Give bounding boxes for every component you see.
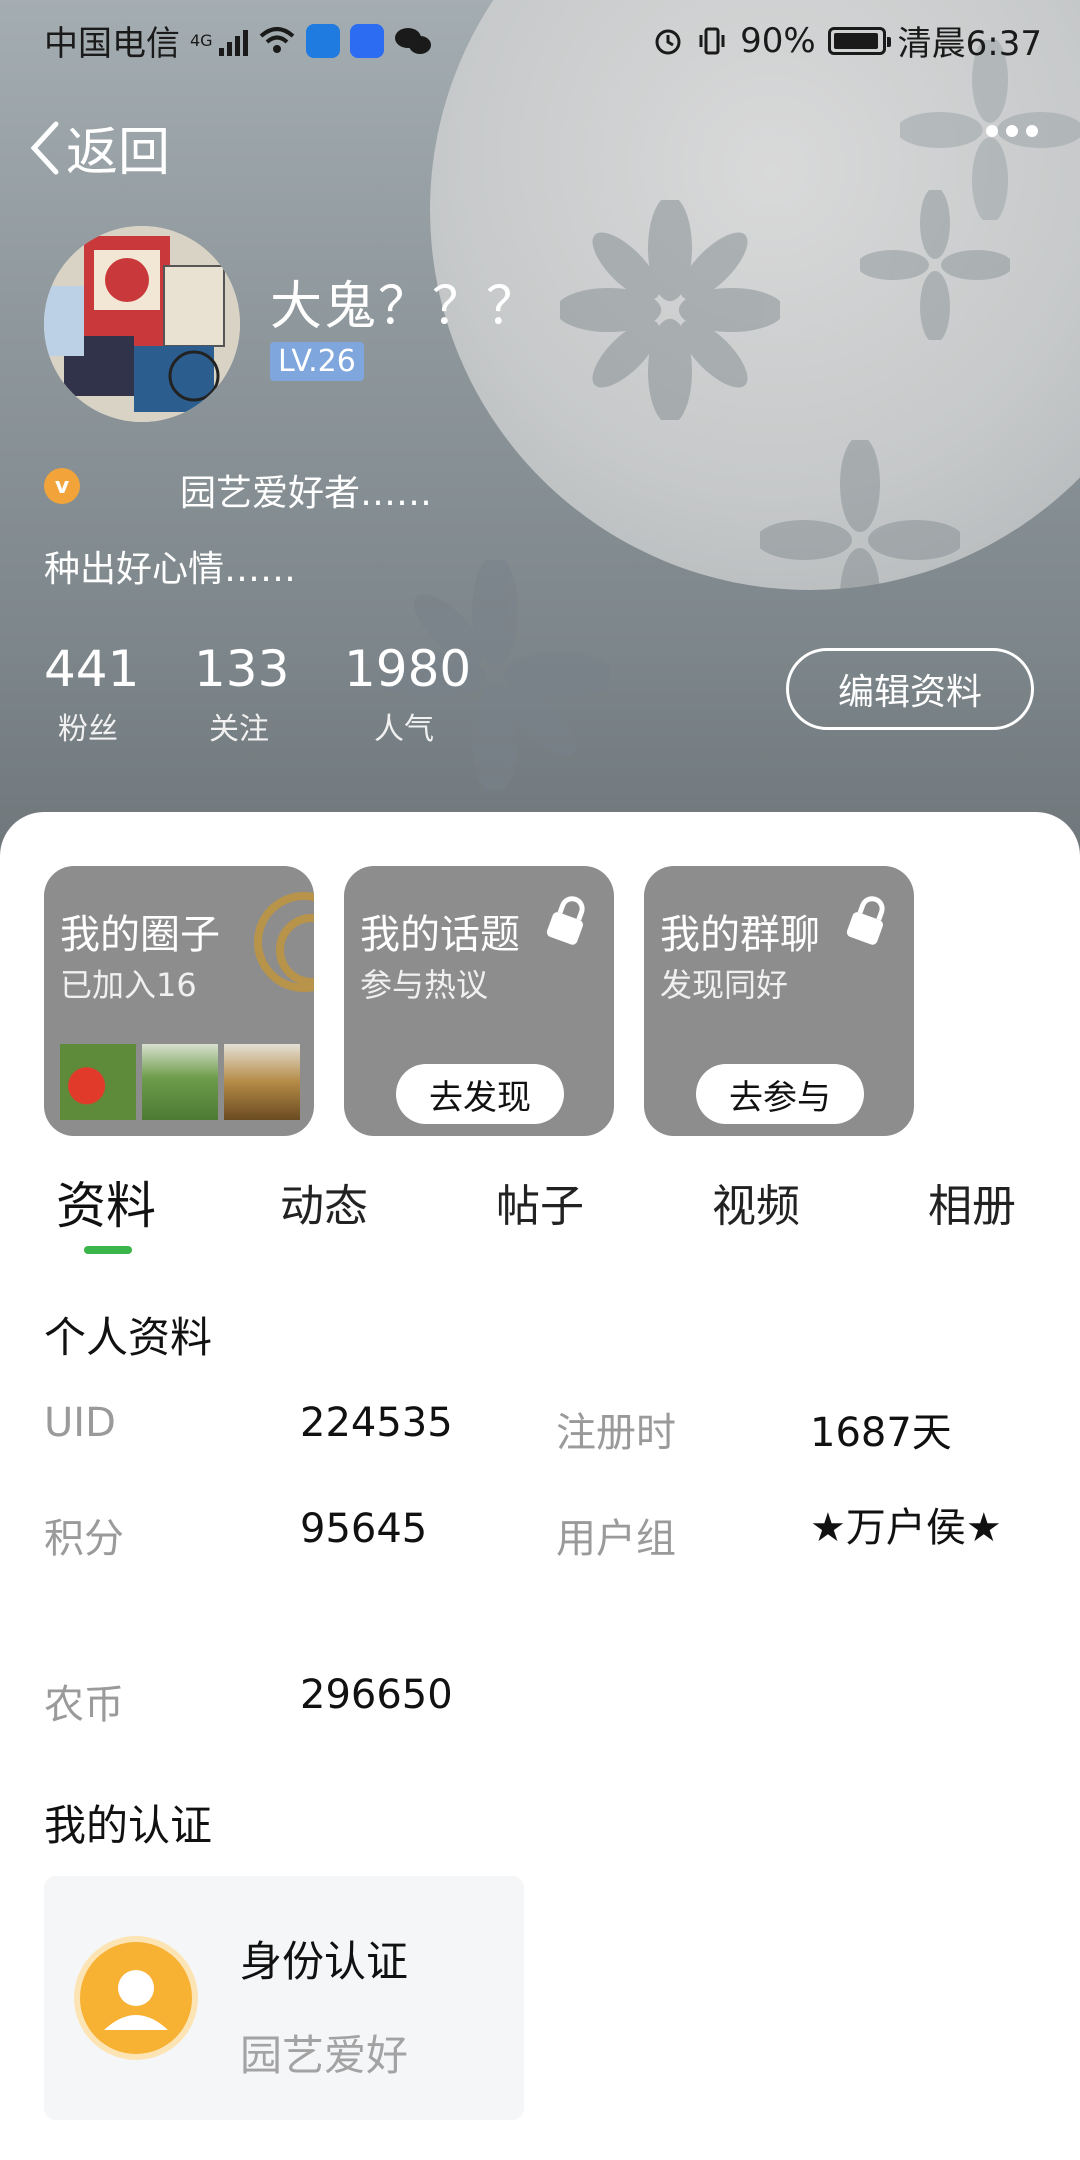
more-options-button[interactable] (986, 125, 1038, 137)
personal-info-heading: 个人资料 (44, 1313, 213, 1362)
registration-label: 注册时 (556, 1410, 676, 1456)
edit-profile-button[interactable]: 编辑资料 (786, 648, 1034, 730)
flower-decoration (560, 200, 780, 420)
certification-title: 身份认证 (240, 1937, 409, 1986)
card-subtitle: 发现同好 (660, 966, 789, 1004)
baidu-app-icon (349, 23, 384, 58)
points-value: 95645 (300, 1506, 428, 1552)
clock: 清晨6:37 (897, 24, 1042, 64)
stat-value: 133 (194, 640, 290, 698)
battery-icon (827, 26, 891, 55)
tab-videos[interactable]: 视频 (712, 1170, 800, 1234)
coins-label: 农币 (44, 1682, 124, 1728)
user-group-label: 用户组 (556, 1516, 676, 1562)
signal-icon (218, 26, 248, 56)
thumbnail-tomatoes (60, 1044, 136, 1120)
certification-subtitle: 园艺爱好 (240, 2031, 409, 2080)
card-subtitle: 已加入16 (60, 966, 197, 1004)
flower-decoration (760, 440, 960, 640)
tab-posts[interactable]: 帖子 (496, 1170, 584, 1234)
back-button[interactable]: 返回 (28, 110, 170, 185)
dot-icon (986, 125, 998, 137)
stat-value: 441 (44, 640, 140, 698)
uid-label: UID (44, 1400, 116, 1446)
coins-value: 296650 (300, 1672, 453, 1718)
uid-value: 224535 (300, 1400, 453, 1446)
stat-value: 1980 (344, 640, 472, 698)
battery-percentage: 90% (740, 20, 816, 61)
shield-app-icon (305, 23, 340, 58)
active-tab-indicator (84, 1246, 132, 1254)
vibrate-icon (699, 27, 725, 54)
registration-value: 1687天 (810, 1410, 952, 1456)
card-title: 我的圈子 (60, 912, 220, 958)
certification-heading: 我的认证 (44, 1801, 213, 1850)
thumbnail-harvest (224, 1044, 300, 1120)
user-icon (80, 1942, 192, 2054)
lock-icon (546, 896, 585, 945)
wifi-icon (259, 26, 294, 53)
stat-followers[interactable]: 441 粉丝 (44, 640, 140, 748)
back-label: 返回 (66, 123, 171, 183)
stat-following[interactable]: 133 关注 (194, 640, 290, 748)
profile-tabs: 资料 动态 帖子 视频 相册 (0, 1170, 1080, 1250)
wechat-icon (394, 27, 431, 54)
alarm-icon (655, 29, 681, 54)
dot-icon (1026, 125, 1038, 137)
stat-label: 关注 (209, 712, 269, 747)
stat-label: 粉丝 (58, 712, 118, 747)
feature-cards: 我的圈子 已加入16 我的话题 参与热议 去发现 我的群聊 发现同好 去参与 (44, 866, 914, 1136)
circle-thumbnails (60, 1044, 300, 1120)
tab-activity[interactable]: 动态 (280, 1170, 368, 1234)
avatar[interactable] (44, 226, 240, 422)
user-group-value: ★万户侯★ (810, 1505, 1002, 1551)
avatar-image (44, 226, 240, 422)
username: 大鬼？？？ (270, 277, 541, 337)
card-subtitle: 参与热议 (360, 966, 489, 1004)
network-type: 4G (190, 31, 213, 50)
stat-label: 人气 (374, 712, 434, 747)
card-my-circles[interactable]: 我的圈子 已加入16 (44, 866, 314, 1136)
user-title: 园艺爱好者…… (180, 473, 433, 514)
card-my-group-chats[interactable]: 我的群聊 发现同好 去参与 (644, 866, 914, 1136)
status-bar: 中国电信 4G 90% 清晨6:37 (0, 0, 1080, 76)
card-title: 我的话题 (360, 912, 520, 958)
chevron-left-icon (30, 121, 59, 174)
card-title: 我的群聊 (660, 912, 820, 958)
tab-albums[interactable]: 相册 (928, 1170, 1016, 1234)
lock-icon (846, 896, 885, 945)
circle-logo-icon (254, 892, 314, 992)
dot-icon (1006, 125, 1018, 137)
discover-button[interactable]: 去发现 (396, 1064, 564, 1124)
stat-popularity[interactable]: 1980 人气 (344, 640, 472, 748)
tab-info[interactable]: 资料 (56, 1166, 156, 1238)
level-badge: LV.26 (270, 342, 364, 381)
verified-icon: v (44, 468, 80, 504)
carrier-label: 中国电信 (44, 24, 180, 64)
card-my-topics[interactable]: 我的话题 参与热议 去发现 (344, 866, 614, 1136)
points-label: 积分 (44, 1516, 124, 1562)
join-button[interactable]: 去参与 (696, 1064, 864, 1124)
user-signature: 种出好心情…… (44, 549, 297, 590)
identity-certification-card[interactable]: 身份认证 园艺爱好 (44, 1876, 524, 2120)
thumbnail-seedlings (142, 1044, 218, 1120)
